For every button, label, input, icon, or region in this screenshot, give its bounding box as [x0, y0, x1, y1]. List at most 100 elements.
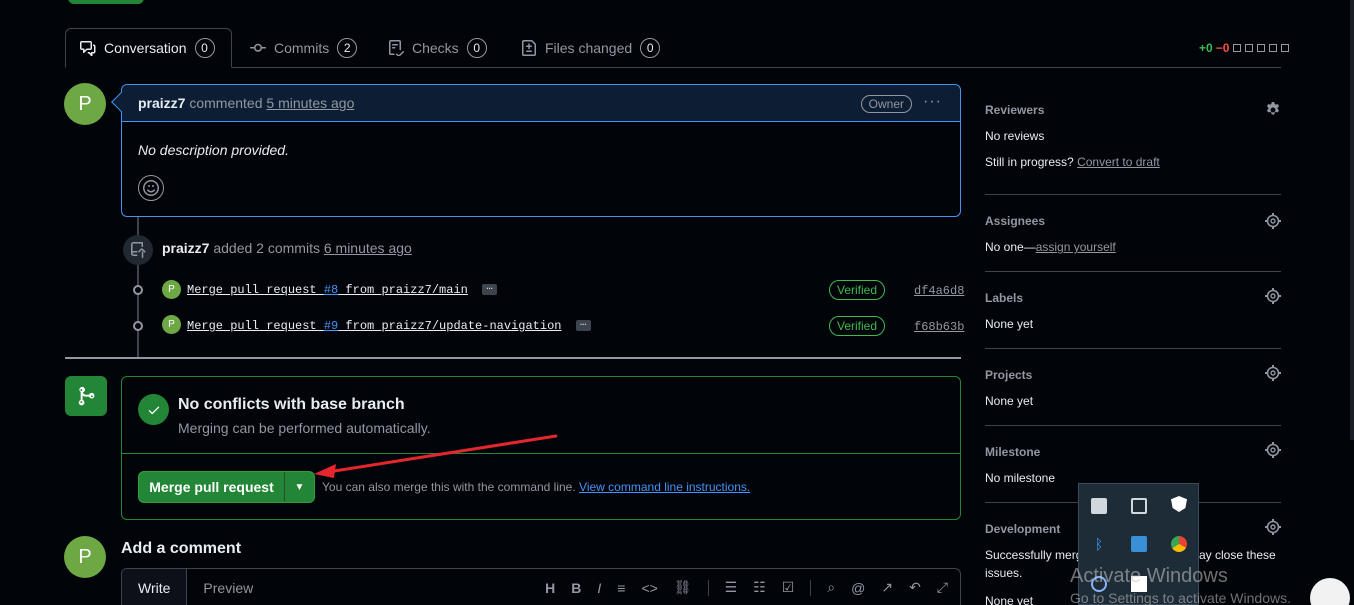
code-icon[interactable]: <> — [641, 580, 657, 596]
gear-icon[interactable] — [1265, 102, 1281, 118]
commit-sha-link[interactable]: f68b63b — [914, 320, 964, 334]
monitor-icon[interactable] — [1131, 498, 1147, 514]
commit-message-link[interactable]: Merge pull request — [187, 283, 324, 297]
diffstat-additions: +0 — [1199, 41, 1213, 55]
file-diff-icon — [522, 40, 536, 56]
development-title[interactable]: Development — [985, 522, 1060, 536]
sidebar-divider — [985, 425, 1281, 426]
expand-commit-button[interactable]: … — [575, 318, 591, 332]
tab-preview[interactable]: Preview — [187, 569, 269, 605]
tab-commits[interactable]: Commits 2 — [236, 28, 371, 68]
toolbar-separator — [707, 579, 709, 596]
commits-event-time[interactable]: 6 minutes ago — [324, 240, 412, 256]
activation-watermark-subtitle: Go to Settings to activate Windows. — [1070, 590, 1291, 605]
editor-tabs: Write Preview — [122, 569, 269, 605]
reviewers-title[interactable]: Reviewers — [985, 103, 1044, 117]
pr-link[interactable]: #9 — [324, 319, 338, 333]
avatar[interactable]: P — [162, 280, 181, 299]
add-comment-title: Add a comment — [121, 540, 242, 557]
gear-icon[interactable] — [1265, 365, 1281, 381]
bold-icon[interactable]: B — [571, 580, 581, 596]
cross-reference-icon[interactable]: ↗ — [881, 579, 893, 596]
comment-action: commented — [189, 95, 263, 111]
tab-files-changed[interactable]: Files changed 0 — [507, 28, 674, 68]
app-launcher-icon[interactable] — [1310, 578, 1350, 605]
timeline-divider — [65, 357, 961, 359]
diffstat: +0 −0 — [1199, 41, 1290, 55]
projects-title[interactable]: Projects — [985, 368, 1032, 382]
gear-icon[interactable] — [1265, 519, 1281, 535]
commit-message-link[interactable]: from praizz7/update-navigation — [338, 319, 561, 333]
checklist-icon — [389, 40, 404, 56]
merge-pull-request-button[interactable]: Merge pull request — [139, 472, 285, 502]
assign-yourself-link[interactable]: assign yourself — [1036, 240, 1116, 254]
battery-icon[interactable] — [1091, 498, 1107, 514]
tab-commits-count: 2 — [337, 38, 358, 58]
comment-body: No description provided. — [138, 142, 289, 158]
merge-status-title: No conflicts with base branch — [178, 396, 405, 413]
commit-message-link[interactable]: Merge pull request — [187, 319, 324, 333]
gear-icon[interactable] — [1265, 442, 1281, 458]
heading-icon[interactable]: H — [545, 580, 555, 596]
verified-badge[interactable]: Verified — [829, 316, 886, 336]
verified-badge[interactable]: Verified — [829, 280, 886, 300]
owner-badge: Owner — [860, 95, 912, 113]
check-icon — [138, 394, 169, 425]
unordered-list-icon[interactable]: ☷ — [753, 579, 766, 596]
comment-author[interactable]: praizz7 — [138, 95, 185, 111]
task-list-icon[interactable]: ☑ — [782, 579, 795, 596]
quote-icon[interactable]: ≡ — [617, 580, 625, 596]
gear-icon[interactable] — [1265, 213, 1281, 229]
gear-icon[interactable] — [1265, 288, 1281, 304]
merge-button-group: Merge pull request ▼ — [138, 471, 315, 503]
bluetooth-icon[interactable]: ᛒ — [1091, 536, 1107, 552]
tab-checks-count: 0 — [466, 38, 487, 58]
labels-title[interactable]: Labels — [985, 291, 1023, 305]
git-merge-icon — [65, 376, 107, 416]
commit-dot — [133, 285, 143, 295]
cli-instructions-link[interactable]: View command line instructions. — [579, 480, 750, 494]
convert-to-draft-link[interactable]: Convert to draft — [1077, 155, 1160, 169]
tab-conversation[interactable]: Conversation 0 — [65, 28, 232, 68]
activation-watermark-title: Activate Windows — [1070, 565, 1228, 587]
commit-dot — [133, 321, 143, 331]
sidebar-divider — [985, 271, 1281, 272]
comment-header: praizz7 commented 5 minutes ago Owner ··… — [122, 85, 960, 122]
commit-sha-link[interactable]: df4a6d8 — [914, 284, 964, 298]
commits-event-author[interactable]: praizz7 — [162, 240, 209, 256]
avatar[interactable]: P — [162, 315, 181, 334]
sidebar-divider — [985, 348, 1281, 349]
scrollbar[interactable] — [1350, 0, 1354, 440]
link-icon[interactable]: ⛓ — [674, 579, 692, 596]
chrome-icon[interactable] — [1171, 536, 1187, 552]
top-status-button-partial[interactable] — [68, 0, 144, 4]
milestone-title[interactable]: Milestone — [985, 445, 1040, 459]
tab-write[interactable]: Write — [122, 569, 188, 605]
assignees-title[interactable]: Assignees — [985, 214, 1045, 228]
commit-message-link[interactable]: from praizz7/main — [338, 283, 467, 297]
avatar[interactable]: P — [64, 536, 106, 578]
comment-box: praizz7 commented 5 minutes ago Owner ··… — [121, 84, 961, 217]
repo-push-icon — [123, 235, 153, 265]
avatar[interactable]: P — [64, 83, 106, 125]
mention-icon[interactable]: @ — [851, 580, 865, 596]
expand-commit-button[interactable]: … — [482, 282, 497, 296]
pr-link[interactable]: #8 — [324, 283, 338, 297]
add-reaction-button[interactable] — [138, 175, 164, 201]
tab-checks-label: Checks — [412, 40, 459, 56]
projects-value: None yet — [985, 394, 1034, 408]
network-settings-icon[interactable] — [1131, 536, 1147, 552]
cli-note: You can also merge this with the command… — [322, 480, 750, 494]
shield-icon[interactable] — [1171, 496, 1187, 512]
reply-icon[interactable]: ↶ — [909, 579, 921, 596]
tab-checks[interactable]: Checks 0 — [374, 28, 501, 68]
comment-discussion-icon — [80, 41, 96, 56]
comment-time[interactable]: 5 minutes ago — [266, 95, 354, 111]
fullscreen-icon[interactable]: ⤢ — [937, 579, 948, 596]
ordered-list-icon[interactable]: ☰ — [725, 579, 738, 596]
italic-icon[interactable]: I — [597, 580, 601, 596]
more-options-icon[interactable]: ··· — [923, 93, 942, 111]
development-value-c: issues. — [985, 566, 1023, 580]
diffstat-block — [1245, 44, 1254, 52]
attach-icon[interactable]: ⌕ — [827, 579, 835, 596]
